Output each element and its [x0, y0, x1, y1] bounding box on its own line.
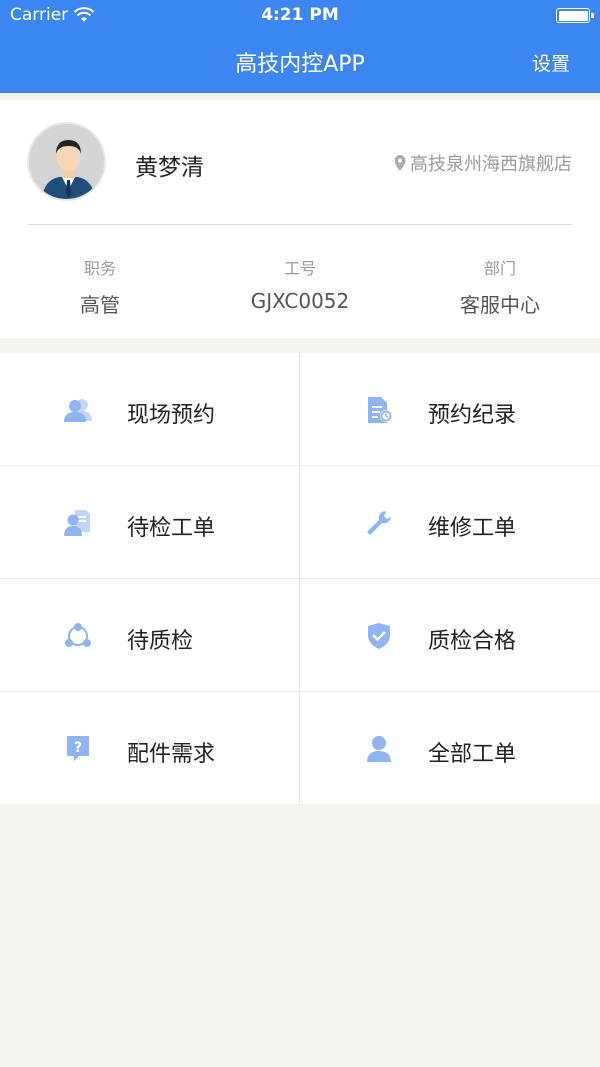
document-icon — [368, 397, 392, 423]
menu-grid: 现场预约 预约纪录 待检工单 维修工单 待质检 质检合格 ? 配件需求 全部工单 — [0, 353, 600, 804]
svg-text:?: ? — [74, 740, 82, 756]
location-pin-icon — [394, 155, 406, 171]
page-title: 高技内控APP — [235, 52, 365, 77]
location-text: 高技泉州海西旗舰店 — [410, 154, 572, 175]
info-department-label: 部门 — [483, 259, 516, 278]
menu-label: 待检工单 — [127, 516, 216, 541]
user-icon — [367, 736, 391, 762]
menu-label: 待质检 — [127, 629, 194, 654]
status-time: 4:21 PM — [261, 5, 339, 25]
info-employee-id: 工号 GJXC0052 — [200, 255, 400, 313]
network-icon — [65, 623, 91, 647]
info-employee-id-value: GJXC0052 — [250, 289, 350, 313]
battery-icon — [556, 8, 594, 23]
info-position: 职务 高管 — [0, 255, 200, 318]
menu-parts-request[interactable]: ? 配件需求 — [0, 692, 299, 804]
info-employee-id-label: 工号 — [283, 259, 316, 278]
profile-divider — [28, 224, 572, 225]
menu-pending-qc[interactable]: 待质检 — [0, 579, 299, 691]
menu-qc-passed[interactable]: 质检合格 — [301, 579, 600, 691]
app-header: Carrier 4:21 PM 高技内控APP 设置 — [0, 0, 600, 93]
menu-label: 维修工单 — [428, 516, 517, 541]
menu-repair-orders[interactable]: 维修工单 — [301, 466, 600, 578]
menu-label: 质检合格 — [428, 629, 517, 654]
question-icon: ? — [67, 736, 89, 761]
shield-check-icon — [368, 623, 390, 649]
inspector-icon — [64, 510, 90, 536]
menu-label: 全部工单 — [428, 742, 517, 767]
users-icon — [64, 399, 92, 422]
store-location: 高技泉州海西旗舰店 — [394, 150, 572, 176]
info-department: 部门 客服中心 — [400, 255, 600, 318]
settings-button[interactable]: 设置 — [532, 49, 570, 76]
menu-pending-inspection[interactable]: 待检工单 — [0, 466, 299, 578]
status-bar: Carrier 4:21 PM — [0, 0, 600, 30]
menu-label: 配件需求 — [127, 742, 216, 767]
profile-card: 黄梦清 高技泉州海西旗舰店 职务 高管 工号 GJXC0052 部门 客服中心 — [0, 100, 600, 338]
info-position-value: 高管 — [80, 293, 120, 317]
menu-onsite-appointment[interactable]: 现场预约 — [0, 353, 299, 465]
user-name: 黄梦清 — [135, 155, 204, 181]
menu-all-orders[interactable]: 全部工单 — [301, 692, 600, 804]
menu-label: 预约纪录 — [428, 403, 517, 428]
info-department-value: 客服中心 — [460, 293, 540, 317]
menu-appointment-records[interactable]: 预约纪录 — [301, 353, 600, 465]
info-position-label: 职务 — [83, 259, 116, 278]
avatar-person-icon — [29, 124, 104, 199]
menu-label: 现场预约 — [127, 403, 216, 428]
column-divider — [299, 353, 300, 804]
avatar[interactable] — [27, 122, 106, 201]
wrench-icon — [367, 511, 391, 535]
